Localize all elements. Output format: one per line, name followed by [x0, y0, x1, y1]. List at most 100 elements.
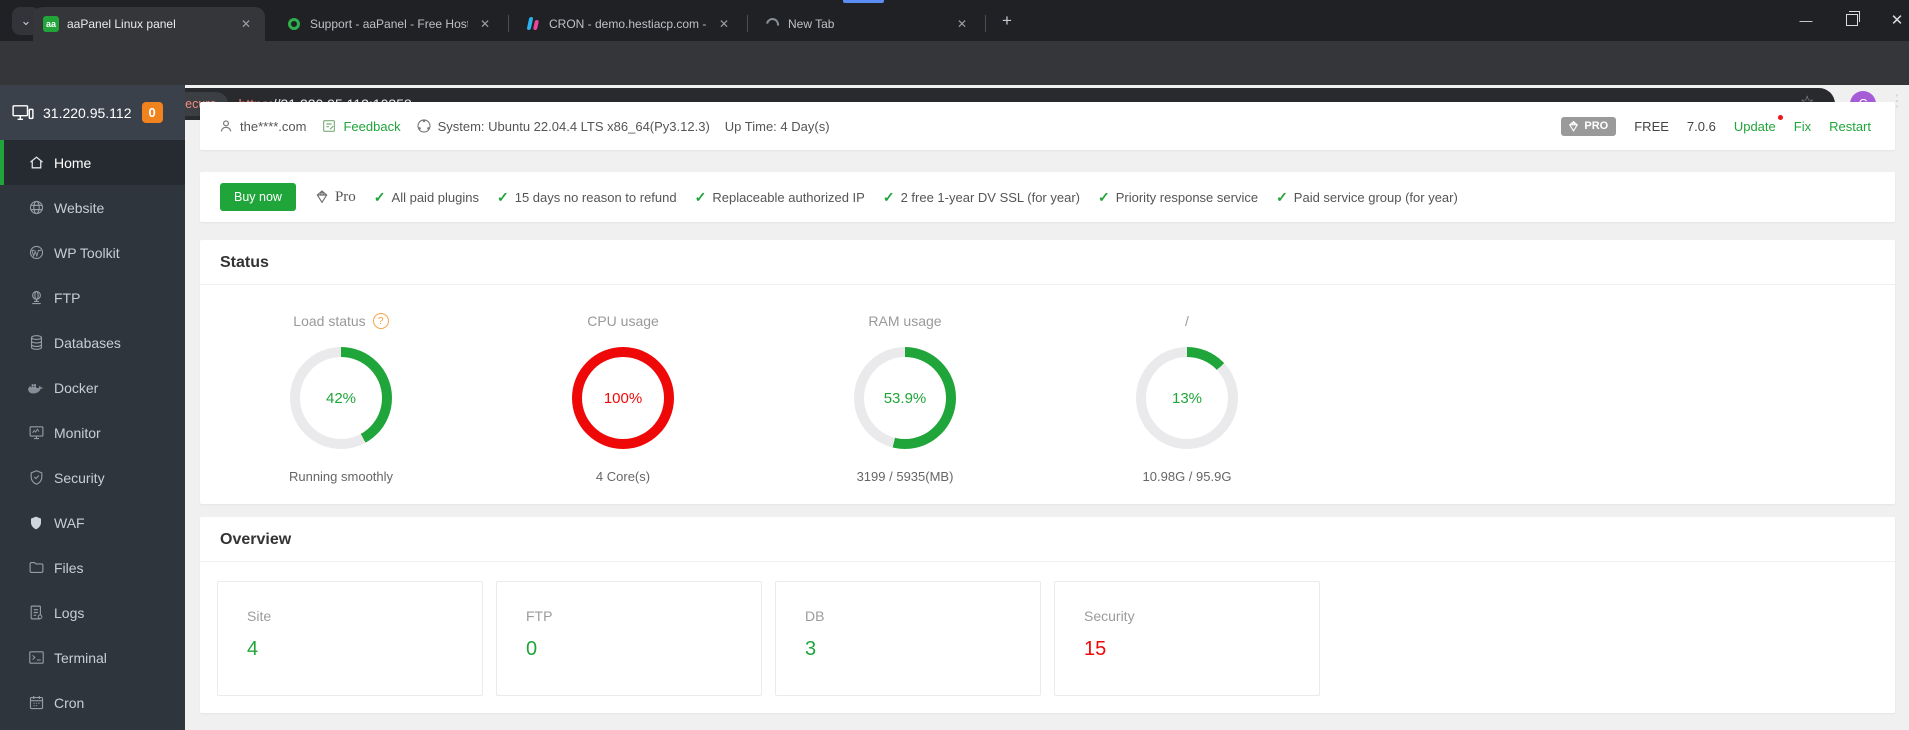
browser-toolbar: ← → ✕ Not secure https://31.220.95.112:1…: [0, 41, 1909, 120]
check-icon: ✓: [496, 188, 509, 205]
sidebar-item-home[interactable]: Home: [0, 140, 185, 185]
close-icon[interactable]: ✕: [476, 15, 494, 33]
promo-feature: ✓ All paid plugins: [374, 189, 479, 206]
minimize-button[interactable]: —: [1783, 0, 1829, 40]
minimize-icon: —: [1799, 12, 1813, 28]
ftp-icon: [27, 289, 45, 307]
overview-card: Overview Site 4 FTP 0 DB 3 Security 15: [200, 517, 1895, 713]
tab-cron-hestia[interactable]: CRON - demo.hestiacp.com - H ✕: [515, 7, 743, 41]
update-label: Update: [1733, 118, 1776, 134]
feature-text: 15 days no reason to refund: [514, 189, 677, 205]
feedback-item[interactable]: Feedback: [321, 118, 401, 134]
sidebar-item-terminal[interactable]: Terminal: [0, 635, 185, 680]
user-icon: [218, 118, 234, 134]
account-item[interactable]: the****.com: [218, 118, 306, 134]
sidebar-item-cron[interactable]: Cron: [0, 680, 185, 725]
overview-box-ftp[interactable]: FTP 0: [496, 581, 762, 696]
overview-box-value[interactable]: 3: [805, 638, 1040, 661]
ubuntu-icon: [416, 118, 432, 134]
sidebar-item-files[interactable]: Files: [0, 545, 185, 590]
tab-aapanel[interactable]: aa aaPanel Linux panel ✕: [33, 7, 265, 41]
system-info: System: Ubuntu 22.04.4 LTS x86_64(Py3.12…: [437, 118, 710, 134]
check-icon: ✓: [882, 188, 895, 205]
tab-loading-indicator: [843, 0, 884, 3]
promo-feature: ✓ Replaceable authorized IP: [695, 189, 865, 206]
overview-boxes: Site 4 FTP 0 DB 3 Security 15: [200, 562, 1895, 696]
close-icon[interactable]: ✕: [715, 15, 733, 33]
header-left-group: the****.com Feedback System: Ubuntu 22.0…: [218, 118, 830, 134]
pro-badge-label: PRO: [1584, 120, 1609, 132]
check-icon: ✓: [1276, 188, 1288, 205]
gauge-row: Load status ? 42% Running smoothly CPU u…: [200, 311, 1895, 484]
logs-icon: [27, 604, 45, 622]
sidebar-item-ftp[interactable]: FTP: [0, 275, 185, 320]
divider: [200, 284, 1895, 285]
home-icon: [27, 154, 45, 172]
close-icon[interactable]: ✕: [237, 15, 255, 33]
sidebar-item-logs[interactable]: Logs: [0, 590, 185, 635]
sidebar-item-security[interactable]: Security: [0, 455, 185, 500]
sidebar-item-docker[interactable]: Docker: [0, 365, 185, 410]
server-header[interactable]: 31.220.95.112 0: [0, 85, 185, 140]
folder-icon: [27, 559, 45, 577]
gauge-value: 53.9%: [883, 389, 927, 407]
plan-label: FREE: [1634, 118, 1669, 134]
overview-box-label: Security: [1084, 608, 1135, 624]
overview-box-label: Site: [247, 608, 272, 624]
sidebar-item-wp-toolkit[interactable]: WP Toolkit: [0, 230, 185, 275]
sidebar-item-label: Terminal: [54, 649, 107, 666]
overview-box-db[interactable]: DB 3: [775, 581, 1041, 696]
check-icon: ✓: [1098, 188, 1110, 205]
overview-box-value[interactable]: 0: [526, 638, 761, 661]
calendar-icon: [27, 694, 45, 712]
check-icon: ✓: [373, 188, 386, 205]
support-favicon-icon: [286, 16, 302, 32]
overview-title: Overview: [220, 531, 292, 548]
message-count-badge[interactable]: 0: [141, 102, 163, 123]
restore-icon: [1846, 11, 1860, 26]
sidebar-item-monitor[interactable]: Monitor: [0, 410, 185, 455]
gauge-ring: 100%: [572, 347, 674, 449]
promo-feature: ✓ 2 free 1-year DV SSL (for year): [883, 189, 1080, 206]
pro-badge[interactable]: PRO: [1561, 116, 1617, 136]
sidebar-item-waf[interactable]: WAF: [0, 500, 185, 545]
check-icon: ✓: [694, 188, 707, 205]
loading-spinner-icon: [762, 14, 782, 34]
pro-tag-label: Pro: [334, 188, 356, 205]
feature-text: Priority response service: [1115, 189, 1259, 205]
sidebar-item-website[interactable]: Website: [0, 185, 185, 230]
update-notification-dot: [1777, 114, 1783, 120]
tab-support[interactable]: Support - aaPanel - Free Hostin ✕: [276, 7, 504, 41]
tab-new-tab[interactable]: New Tab ✕: [754, 7, 981, 41]
aapanel-favicon-icon: aa: [43, 16, 59, 32]
sidebar: 31.220.95.112 0 Home Website WP Toolkit …: [0, 85, 185, 730]
browser-tab-strip: ⌄ aa aaPanel Linux panel ✕ Support - aaP…: [0, 0, 1909, 41]
overview-box-security[interactable]: Security 15: [1054, 581, 1320, 696]
overview-box-value[interactable]: 15: [1084, 638, 1319, 661]
gauge-ram-usage: RAM usage 53.9% 3199 / 5935(MB): [764, 311, 1046, 484]
update-link[interactable]: Update: [1733, 114, 1783, 134]
feature-text: Replaceable authorized IP: [712, 189, 865, 205]
help-icon[interactable]: ?: [372, 313, 389, 329]
uptime-text: Up Time: 4 Day(s): [724, 118, 830, 134]
fix-link[interactable]: Fix: [1794, 119, 1811, 134]
monitor-chart-icon: [27, 424, 45, 442]
gauge-caption: 3199 / 5935(MB): [856, 469, 954, 484]
sidebar-item-databases[interactable]: Databases: [0, 320, 185, 365]
new-tab-button[interactable]: +: [995, 9, 1019, 33]
buy-now-button[interactable]: Buy now: [220, 183, 296, 211]
status-card: Status Load status ? 42% Running smoothl…: [200, 240, 1895, 504]
overview-box-site[interactable]: Site 4: [217, 581, 483, 696]
pro-tag: Pro: [314, 189, 356, 206]
close-icon[interactable]: ✕: [953, 15, 971, 33]
sidebar-item-label: Docker: [54, 379, 99, 396]
restart-link[interactable]: Restart: [1829, 119, 1871, 134]
overview-box-value[interactable]: 4: [247, 638, 482, 661]
globe-icon: [27, 199, 45, 217]
restore-button[interactable]: [1829, 0, 1875, 40]
header-card: the****.com Feedback System: Ubuntu 22.0…: [200, 102, 1895, 150]
gauge-caption: Running smoothly: [288, 469, 394, 484]
database-icon: [27, 334, 45, 352]
close-window-button[interactable]: ✕: [1874, 0, 1909, 40]
promo-feature: ✓ Priority response service: [1098, 189, 1258, 206]
